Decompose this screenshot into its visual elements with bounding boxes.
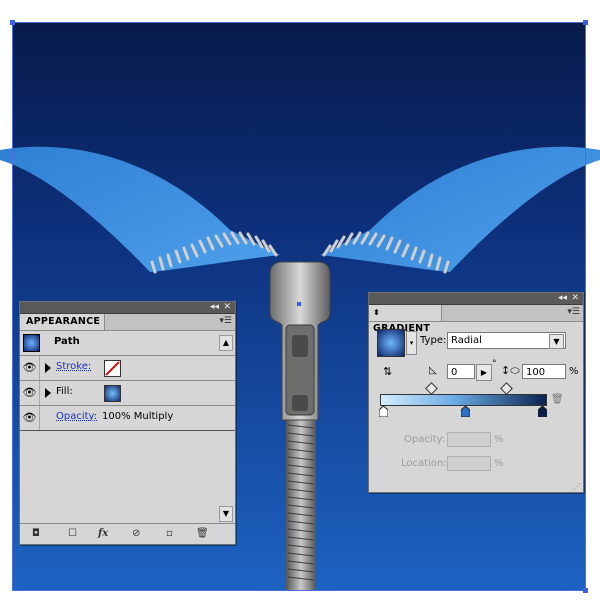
- gradient-panel: ◂◂ ✕ ⬍ GRADIENT ▾☰ ▾ Type: Radial ▼ ⇅ ◺ …: [368, 292, 584, 493]
- tab-gradient[interactable]: ⬍ GRADIENT: [369, 305, 442, 334]
- stop-opacity-input: [447, 432, 491, 447]
- tab-appearance[interactable]: APPEARANCE: [20, 314, 105, 330]
- expand-triangle-icon[interactable]: [45, 363, 51, 373]
- visibility-eye-icon[interactable]: 👁: [20, 356, 40, 380]
- chevron-down-icon[interactable]: ▼: [549, 334, 564, 349]
- gradient-titlebar[interactable]: ◂◂ ✕: [369, 293, 583, 305]
- path-thumbnail: [23, 334, 40, 352]
- type-select[interactable]: Radial ▼: [447, 332, 566, 349]
- fx-icon[interactable]: fx: [98, 528, 108, 539]
- stroke-label[interactable]: Stroke:: [56, 361, 91, 372]
- stroke-none-swatch[interactable]: [104, 360, 121, 377]
- add-new-fill-icon[interactable]: ☐: [68, 528, 77, 539]
- appearance-row-opacity[interactable]: 👁 Opacity: 100% Multiply: [20, 406, 235, 431]
- angle-icon: ◺: [429, 365, 437, 376]
- selection-top: [12, 22, 585, 23]
- gradient-stop-blue[interactable]: [461, 406, 470, 417]
- stop-opacity-percent: %: [494, 434, 504, 445]
- delete-item-icon[interactable]: 🗑: [196, 528, 209, 539]
- gradient-stop-white[interactable]: [379, 406, 388, 417]
- degree-sign: °: [492, 359, 497, 369]
- type-select-value: Radial: [451, 335, 482, 346]
- opacity-label[interactable]: Opacity:: [56, 411, 97, 422]
- type-label: Type:: [420, 335, 447, 346]
- visibility-eye-icon[interactable]: 👁: [20, 406, 40, 430]
- expand-triangle-icon[interactable]: [45, 388, 51, 398]
- selection-handle-top-left[interactable]: [10, 20, 15, 25]
- aspect-ratio-icon: ↕⬭: [501, 364, 520, 377]
- tab-arrows-icon: ⬍: [373, 308, 381, 317]
- reverse-gradient-icon[interactable]: ⇅: [383, 365, 392, 378]
- gradient-stop-navy[interactable]: [538, 406, 547, 417]
- double-chevron-left-icon[interactable]: ◂◂: [558, 293, 567, 304]
- close-icon[interactable]: ✕: [571, 293, 579, 304]
- panel-menu-icon[interactable]: ▾☰: [219, 316, 232, 326]
- selection-right: [585, 22, 586, 590]
- duplicate-item-icon[interactable]: ▫: [166, 528, 173, 539]
- panel-menu-icon[interactable]: ▾☰: [567, 307, 580, 317]
- gradient-ramp[interactable]: [380, 394, 547, 406]
- angle-dropdown[interactable]: ▶: [476, 364, 492, 381]
- double-chevron-left-icon[interactable]: ◂◂: [210, 302, 219, 313]
- stop-opacity-label: Opacity:: [404, 434, 446, 445]
- resize-grip-icon[interactable]: ⋰: [573, 482, 581, 491]
- visibility-eye-icon[interactable]: 👁: [20, 381, 40, 405]
- fill-gradient-swatch[interactable]: [104, 385, 121, 402]
- gradient-swatch-dropdown[interactable]: ▾: [406, 331, 417, 355]
- stop-location-label: Location:: [401, 458, 447, 469]
- aspect-ratio-input[interactable]: 100: [522, 364, 566, 379]
- selection-left: [12, 22, 13, 590]
- panel-scroll-up[interactable]: ▲: [219, 335, 233, 351]
- delete-stop-icon[interactable]: 🗑: [551, 394, 564, 405]
- appearance-row-path[interactable]: Path ▲: [20, 331, 235, 356]
- panel-scroll-down[interactable]: ▼: [219, 506, 233, 522]
- selection-bottom: [12, 590, 586, 591]
- gradient-preview-swatch[interactable]: [377, 329, 405, 357]
- appearance-bottom-toolbar: ◘ ☐ fx ⊘ ▫ 🗑: [20, 523, 235, 544]
- selection-handle-bottom-right[interactable]: [583, 588, 588, 593]
- midpoint-marker[interactable]: [425, 382, 438, 395]
- selection-handle-top-right[interactable]: [583, 20, 588, 25]
- appearance-row-stroke[interactable]: 👁 Stroke:: [20, 356, 235, 381]
- fill-label: Fill:: [56, 386, 73, 397]
- appearance-titlebar[interactable]: ◂◂ ✕: [20, 302, 235, 314]
- close-icon[interactable]: ✕: [223, 302, 231, 313]
- midpoint-marker[interactable]: [500, 382, 513, 395]
- appearance-panel: ◂◂ ✕ APPEARANCE ▾☰ Path ▲ 👁 Stroke: 👁 Fi…: [19, 301, 236, 545]
- appearance-row-fill[interactable]: 👁 Fill:: [20, 381, 235, 406]
- opacity-value: 100% Multiply: [102, 411, 174, 422]
- path-label: Path: [54, 336, 80, 347]
- stop-location-percent: %: [494, 458, 504, 469]
- aspect-percent-sign: %: [569, 366, 579, 377]
- clear-appearance-icon[interactable]: ⊘: [132, 528, 140, 539]
- stop-location-input: [447, 456, 491, 471]
- angle-input[interactable]: 0: [447, 364, 475, 379]
- add-new-stroke-icon[interactable]: ◘: [32, 528, 40, 539]
